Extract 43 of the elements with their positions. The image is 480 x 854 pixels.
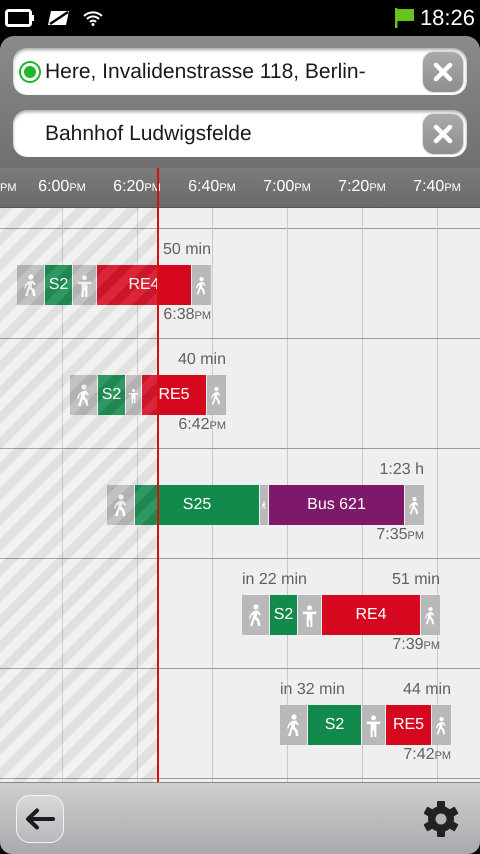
line-segment[interactable]: RE4 — [322, 595, 420, 635]
walking-person-icon — [260, 501, 268, 509]
back-arrow-icon — [25, 808, 55, 830]
close-icon — [433, 124, 453, 144]
time-label: 7:20PM — [338, 178, 386, 196]
time-label: 6:00PM — [38, 178, 86, 196]
arrival-time: 7:42PM — [403, 746, 451, 764]
wifi-icon — [83, 10, 103, 26]
line-segment[interactable]: Bus 621 — [269, 485, 404, 525]
clear-button[interactable] — [422, 50, 464, 92]
battery-icon — [5, 9, 35, 27]
standing-person-icon — [126, 388, 141, 402]
time-label: 7:40PM — [413, 178, 461, 196]
line-segment[interactable]: S2 — [270, 595, 297, 635]
settings-icon[interactable] — [422, 800, 460, 838]
trip-duration: 44 min — [402, 681, 451, 699]
arrival-time: 6:38PM — [163, 306, 211, 324]
time-label: 6:40PM — [188, 178, 236, 196]
departure-countdown: in 32 min — [280, 681, 345, 699]
crossed-card-icon — [47, 9, 71, 27]
trip-duration: 40 min — [178, 351, 226, 369]
arrival-time: 7:35PM — [376, 526, 424, 544]
back-button[interactable] — [16, 794, 64, 842]
line-segment[interactable]: RE5 — [142, 375, 206, 415]
time-label: 7:00PM — [263, 178, 311, 196]
arrival-time: 6:42PM — [178, 416, 226, 434]
line-segment[interactable]: S2 — [308, 705, 361, 745]
flag-icon — [394, 8, 414, 28]
clear-button[interactable] — [422, 112, 464, 154]
trip-duration: 51 min — [392, 571, 440, 589]
origin-field[interactable]: Here, Invalidenstrasse 118, Berlin- — [13, 48, 467, 95]
line-segment[interactable]: RE5 — [386, 705, 431, 745]
destination-field[interactable]: Bahnhof Ludwigsfelde — [13, 110, 467, 157]
line-segment[interactable]: S2 — [45, 265, 72, 305]
line-segment[interactable]: S2 — [98, 375, 125, 415]
trip-duration: 50 min — [162, 241, 211, 259]
line-segment[interactable]: S25 — [135, 485, 259, 525]
clock: 18:26 — [420, 5, 475, 31]
departure-countdown: in 22 min — [242, 571, 307, 589]
close-icon — [433, 62, 453, 82]
time-label: PM — [0, 181, 16, 196]
arrival-time: 7:39PM — [392, 636, 440, 654]
trip-duration: 1:23 h — [380, 461, 424, 479]
